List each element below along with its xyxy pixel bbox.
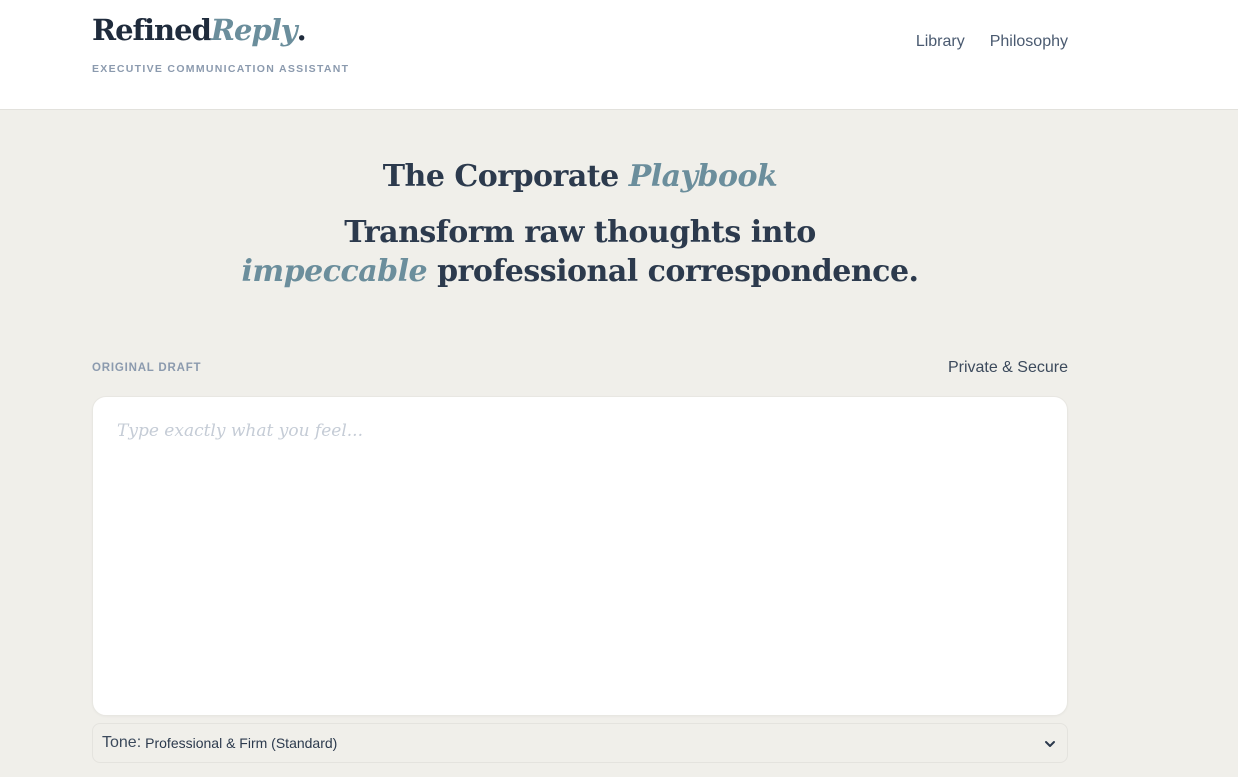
hero-subtitle-rest: professional correspondence. [427,254,919,289]
brand-tagline: EXECUTIVE COMMUNICATION ASSISTANT [92,63,350,75]
tone-selected-value: Professional & Firm (Standard) [145,735,338,751]
tone-select[interactable]: Tone: Professional & Firm (Standard) [92,723,1068,763]
privacy-note: Private & Secure [947,359,1068,376]
hero-subtitle-line-2: impeccable professional correspondence. [0,252,1160,291]
page-title: The Corporate Playbook [0,159,1160,194]
main-nav: Library Philosophy [916,33,1068,51]
brand-name-dot: . [296,13,307,47]
draft-input[interactable] [93,397,1067,715]
hero-subtitle: Transform raw thoughts into impeccable p… [0,213,1160,291]
brand-name-accent: Reply [210,13,298,47]
page-title-main: The Corporate [382,159,629,194]
chevron-down-icon [1045,741,1055,747]
brand-name-main: Refined [92,13,212,47]
tone-label: Tone: [102,734,142,751]
draft-label: ORIGINAL DRAFT [92,362,202,374]
nav-link-philosophy[interactable]: Philosophy [990,33,1068,51]
hero-subtitle-line-1: Transform raw thoughts into [344,215,816,250]
brand-logo[interactable]: RefinedReply. [92,13,307,47]
draft-card [92,396,1068,716]
page-title-accent: Playbook [628,159,778,194]
hero-subtitle-accent: impeccable [241,254,428,289]
site-header: RefinedReply. EXECUTIVE COMMUNICATION AS… [0,0,1238,110]
nav-link-library[interactable]: Library [916,33,965,51]
